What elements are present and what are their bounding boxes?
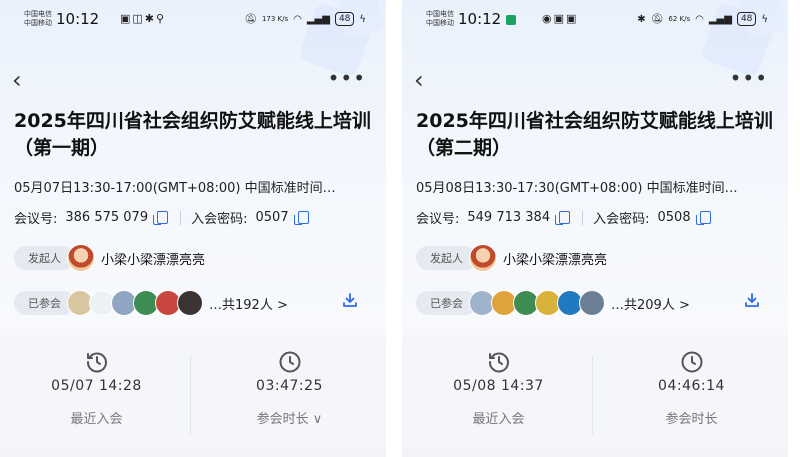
last-join-label: 最近入会 bbox=[70, 412, 123, 427]
meeting-id-label: 会议号: bbox=[14, 212, 58, 227]
copy-icon[interactable] bbox=[293, 211, 309, 225]
battery-level: 48 bbox=[334, 12, 355, 26]
meeting-detail-panel-2: 中国电信 中国移动 10:12 ◉▣▣ ✱ 🔕︎ 62 K/s ◠ ▂▄▆ 48 … bbox=[402, 0, 788, 457]
carrier-names: 中国电信 中国移动 bbox=[24, 10, 52, 27]
status-time: 10:12 bbox=[56, 10, 100, 28]
copy-icon[interactable] bbox=[695, 211, 711, 225]
host-row: 发起人 小梁小梁漂漂亮亮 bbox=[416, 244, 778, 272]
duration-label[interactable]: 参会时长 ∨ bbox=[193, 408, 386, 427]
participants-row[interactable]: 已参会 …共209人 > bbox=[416, 288, 778, 318]
clock-icon bbox=[279, 351, 300, 373]
avatar bbox=[177, 290, 203, 316]
last-join-time: 05/07 14:28 bbox=[51, 378, 142, 394]
meeting-id-row: 会议号: 386 575 079 入会密码: 0507 bbox=[14, 208, 376, 227]
carrier-names: 中国电信 中国移动 bbox=[426, 10, 454, 27]
duration-stat: 04:46:14 参会时长 bbox=[595, 350, 788, 427]
meeting-title: 2025年四川省社会组织防艾赋能线上培训（第一期） bbox=[14, 110, 371, 159]
download-icon[interactable] bbox=[744, 292, 760, 308]
nav-bar: ‹ ••• bbox=[12, 66, 366, 96]
app-notification-icon bbox=[506, 15, 517, 25]
avatar bbox=[579, 290, 605, 316]
more-dots-icon[interactable]: ••• bbox=[328, 66, 366, 90]
notification-icons: ◉▣▣ bbox=[542, 12, 579, 25]
nav-bar: ‹ ••• bbox=[414, 66, 768, 96]
copy-icon[interactable] bbox=[153, 211, 169, 225]
duration-value: 04:46:14 bbox=[658, 378, 725, 394]
net-speed: 62 K/s bbox=[668, 15, 691, 23]
participants-pill: 已参会 bbox=[416, 291, 477, 315]
meeting-detail-panel-1: 中国电信 中国移动 10:12 ▣◫✱⚲ 🔕︎ 173 K/s ◠ ▂▄▆ 48 … bbox=[0, 0, 386, 457]
password: 0508 bbox=[657, 210, 691, 225]
participant-avatars bbox=[469, 290, 605, 316]
meeting-time[interactable]: 05月07日13:30-17:00(GMT+08:00) 中国标准时间… bbox=[14, 177, 376, 196]
last-join-label: 最近入会 bbox=[472, 412, 525, 427]
history-clock-icon bbox=[86, 352, 107, 373]
participants-row[interactable]: 已参会 …共192人 > bbox=[14, 288, 376, 318]
duration-label: 参会时长 bbox=[665, 412, 718, 427]
host-pill: 发起人 bbox=[14, 246, 75, 270]
signal-icon: ▂▄▆ bbox=[306, 13, 330, 25]
mute-icon: 🔕︎ bbox=[650, 13, 664, 25]
signal-icon: ▂▄▆ bbox=[708, 13, 732, 25]
meeting-id: 386 575 079 bbox=[65, 210, 149, 225]
divider bbox=[582, 210, 584, 225]
charging-icon: ϟ bbox=[359, 13, 366, 25]
participants-pill: 已参会 bbox=[14, 291, 75, 315]
divider bbox=[592, 356, 593, 434]
battery-level: 48 bbox=[736, 12, 757, 26]
meeting-id-row: 会议号: 549 713 384 入会密码: 0508 bbox=[416, 208, 778, 227]
meeting-id: 549 713 384 bbox=[467, 210, 551, 225]
participant-avatars bbox=[67, 290, 203, 316]
net-speed: 173 K/s bbox=[261, 15, 289, 23]
charging-icon: ϟ bbox=[761, 13, 768, 25]
host-name: 小梁小梁漂漂亮亮 bbox=[503, 252, 608, 268]
bluetooth-icon: ✱ bbox=[637, 13, 646, 25]
meeting-time[interactable]: 05月08日13:30-17:30(GMT+08:00) 中国标准时间… bbox=[416, 177, 778, 196]
status-bar: 中国电信 中国移动 10:12 ◉▣▣ ✱ 🔕︎ 62 K/s ◠ ▂▄▆ 48 … bbox=[422, 8, 768, 34]
participants-count[interactable]: …共209人 > bbox=[611, 294, 690, 313]
status-bar: 中国电信 中国移动 10:12 ▣◫✱⚲ 🔕︎ 173 K/s ◠ ▂▄▆ 48 … bbox=[20, 8, 366, 34]
password-label: 入会密码: bbox=[191, 212, 248, 227]
host-name: 小梁小梁漂漂亮亮 bbox=[101, 252, 206, 268]
meeting-id-label: 会议号: bbox=[416, 212, 460, 227]
system-icons: ✱ 🔕︎ 62 K/s ◠ ▂▄▆ 48 ϟ bbox=[637, 12, 768, 26]
last-join-stat: 05/07 14:28 最近入会 bbox=[0, 350, 193, 427]
status-time: 10:12 bbox=[458, 10, 517, 28]
mute-icon: 🔕︎ bbox=[244, 13, 257, 25]
host-row: 发起人 小梁小梁漂漂亮亮 bbox=[14, 244, 376, 272]
divider bbox=[190, 356, 191, 434]
notification-icons: ▣◫✱⚲ bbox=[120, 12, 167, 25]
avatar bbox=[469, 244, 497, 272]
chevron-left-icon[interactable]: ‹ bbox=[12, 66, 22, 94]
history-clock-icon bbox=[488, 352, 509, 373]
divider bbox=[180, 210, 182, 225]
last-join-time: 05/08 14:37 bbox=[453, 378, 544, 394]
wifi-icon: ◠ bbox=[293, 13, 302, 25]
avatar bbox=[67, 244, 95, 272]
wifi-icon: ◠ bbox=[695, 13, 704, 25]
copy-icon[interactable] bbox=[555, 211, 571, 225]
host-pill: 发起人 bbox=[416, 246, 477, 270]
system-icons: 🔕︎ 173 K/s ◠ ▂▄▆ 48 ϟ bbox=[244, 12, 366, 26]
participants-count[interactable]: …共192人 > bbox=[209, 294, 288, 313]
last-join-stat: 05/08 14:37 最近入会 bbox=[402, 350, 595, 427]
duration-stat[interactable]: 03:47:25 参会时长 ∨ bbox=[193, 350, 386, 427]
duration-value: 03:47:25 bbox=[256, 378, 323, 394]
attendance-stats: 05/08 14:37 最近入会 04:46:14 参会时长 bbox=[402, 338, 788, 448]
download-icon[interactable] bbox=[342, 292, 358, 308]
password-label: 入会密码: bbox=[593, 212, 650, 227]
password: 0507 bbox=[255, 210, 289, 225]
chevron-left-icon[interactable]: ‹ bbox=[414, 66, 424, 94]
meeting-title: 2025年四川省社会组织防艾赋能线上培训（第二期） bbox=[416, 110, 773, 159]
clock-icon bbox=[681, 351, 702, 373]
attendance-stats: 05/07 14:28 最近入会 03:47:25 参会时长 ∨ bbox=[0, 338, 386, 448]
more-dots-icon[interactable]: ••• bbox=[730, 66, 768, 90]
